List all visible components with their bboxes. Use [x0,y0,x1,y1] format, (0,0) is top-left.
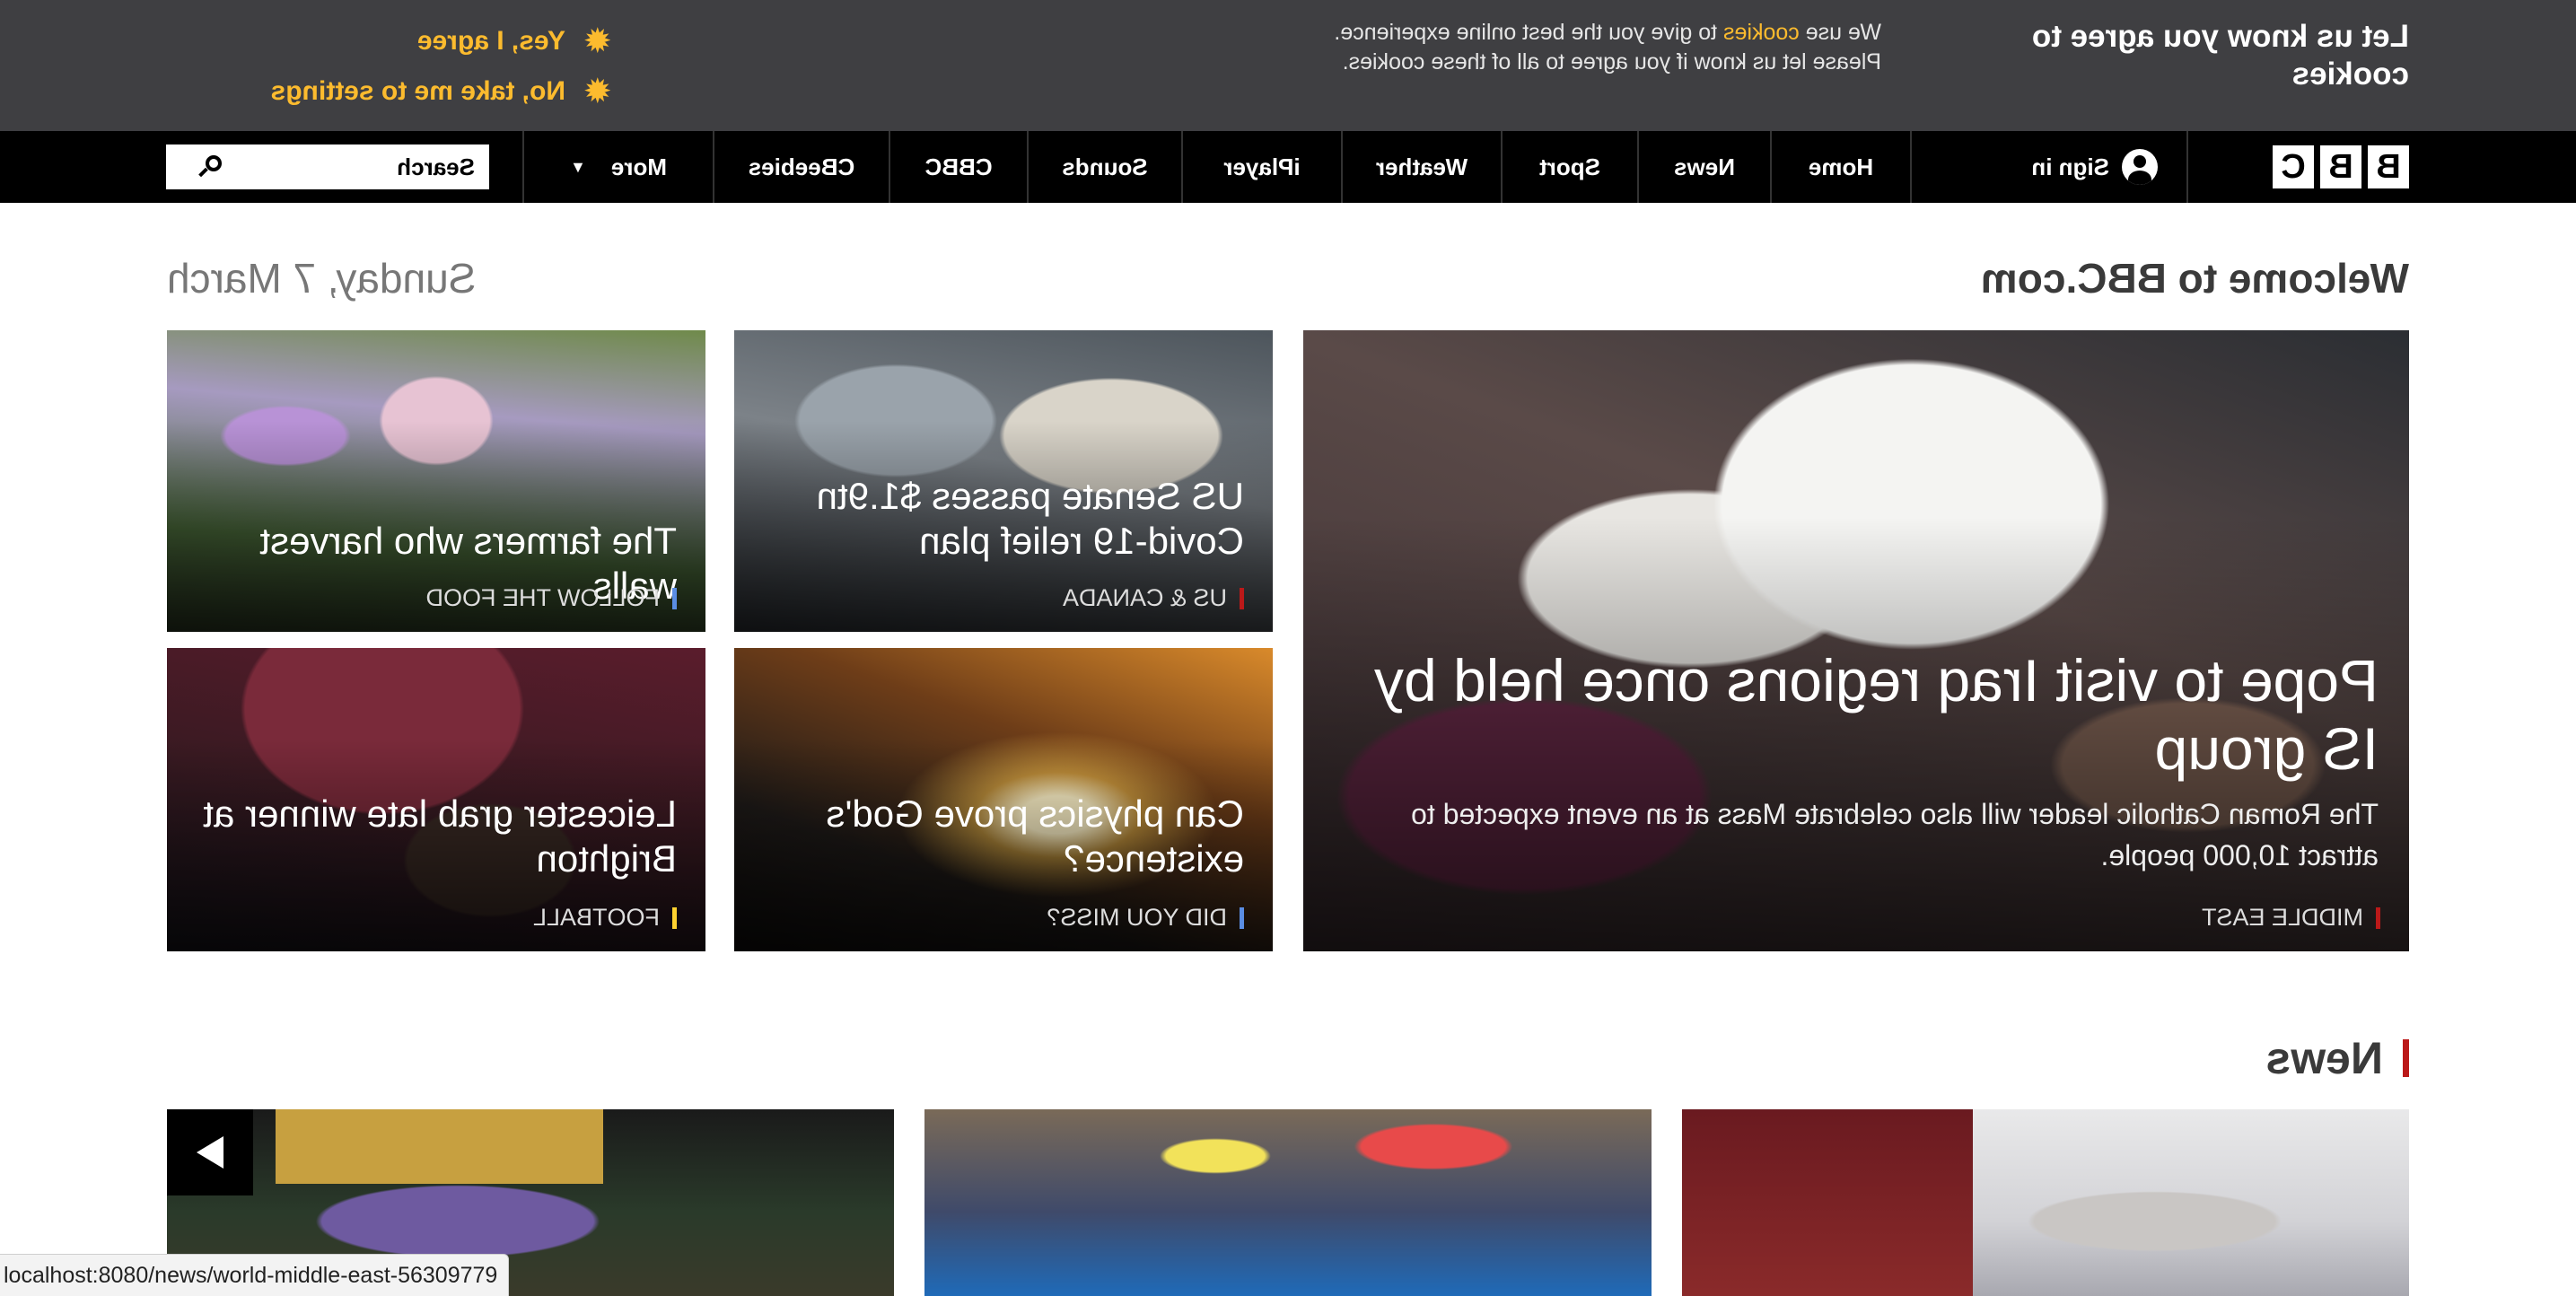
search-box[interactable] [166,144,489,189]
chevron-down-icon: ▼ [570,157,586,176]
bbc-homepage: Let us know you agree to cookies We use … [0,0,2576,1296]
promo-tag[interactable]: FOLLOW THE FOOD [425,584,677,612]
top-navigation: B B C Sign in Home News Sport Weather iP… [0,131,2576,203]
nav-divider [2186,131,2188,203]
cookie-settings-label: No, take me to settings [270,76,565,106]
nav-item-label: CBBC [924,153,993,180]
news-section-heading[interactable]: News [2265,1032,2409,1084]
nav-items: Home News Sport Weather iPlayer Sounds C… [522,131,1912,203]
cookie-banner-title: Let us know you agree to cookies [2031,19,2409,92]
tag-bar [672,587,677,609]
gear-icon: ✹ [584,24,611,58]
promo-headline: US Senate passes $1.9tn Covid-19 relief … [816,475,1244,562]
logo-letter: C [2273,145,2314,188]
nav-item-more[interactable]: More ▼ [522,131,714,203]
user-icon [2122,149,2158,185]
nav-item-label: News [1674,153,1735,180]
promo-main[interactable]: Pope to visit Iraq regions once held by … [1303,330,2409,951]
video-badge [167,1109,253,1195]
nav-item-label: Sport [1539,153,1600,180]
promo-tag[interactable]: DID YOU MISS? [1047,904,1244,932]
sign-in-link[interactable]: Sign in [2031,131,2158,203]
cookie-settings-button[interactable]: ✹ No, take me to settings [251,66,610,117]
tag-bar [672,906,677,929]
tag-bar [2376,906,2380,929]
search-icon[interactable] [198,155,222,179]
promo-tag[interactable]: US & CANADA [1063,584,1244,612]
cookies-link[interactable]: cookies [1723,20,1800,45]
nav-item-label: More [610,153,667,180]
promo-small[interactable]: Can physics prove God's existence? DID Y… [734,648,1273,951]
nav-item-news[interactable]: News [1639,131,1772,203]
logo-letter: B [2320,145,2361,188]
logo-letter: B [2368,145,2409,188]
nav-item-home[interactable]: Home [1772,131,1912,203]
cookie-text-before: We use [1799,20,1881,45]
promo-tag[interactable]: MIDDLE EAST [2202,904,2380,932]
bbc-logo[interactable]: B B C [2273,145,2409,188]
promo-tag-label: FOOTBALL [532,904,660,931]
nav-item-cbbc[interactable]: CBBC [890,131,1029,203]
nav-item-label: iPlayer [1223,153,1301,180]
agree-cookies-label: Yes, I agree [416,26,565,56]
news-card[interactable] [1682,1109,2409,1296]
promo-headline: Leicester grab late winner at Brighton [203,792,677,880]
current-date: Sunday, 7 March [167,255,477,302]
promo-small[interactable]: US Senate passes $1.9tn Covid-19 relief … [734,330,1273,632]
news-card[interactable] [924,1109,1652,1296]
nav-item-iplayer[interactable]: iPlayer [1183,131,1343,203]
gear-icon: ✹ [584,74,611,109]
browser-status-bar: localhost:8080/news/world-middle-east-56… [0,1254,510,1296]
nav-item-cbeebies[interactable]: CBeebies [714,131,890,203]
news-section-title: News [2265,1033,2383,1083]
tag-bar [1240,906,1244,929]
status-url: localhost:8080/news/world-middle-east-56… [4,1262,498,1288]
promo-tag[interactable]: FOOTBALL [533,904,677,932]
promo-tag-label: FOLLOW THE FOOD [425,584,660,611]
nav-item-sounds[interactable]: Sounds [1029,131,1183,203]
promo-small[interactable]: The farmers who harvest walls FOLLOW THE… [167,330,705,632]
agree-cookies-button[interactable]: ✹ Yes, I agree [251,16,610,66]
nav-item-sport[interactable]: Sport [1503,131,1639,203]
section-accent-bar [2403,1039,2409,1077]
nav-item-label: Sounds [1062,153,1148,180]
promo-summary: The Roman Catholic leader will also cele… [1411,798,2379,871]
sign-in-label: Sign in [2031,153,2109,180]
promo-headline: Can physics prove God's existence? [826,792,1244,880]
promo-tag-label: US & CANADA [1062,584,1227,611]
search-input[interactable] [231,152,477,182]
nav-item-weather[interactable]: Weather [1343,131,1503,203]
news-card-image-region [276,1109,603,1185]
tag-bar [1240,587,1244,609]
promo-headline: Pope to visit Iraq regions once held by … [1373,647,2379,782]
nav-item-label: Weather [1375,153,1468,180]
cookie-actions: ✹ Yes, I agree ✹ No, take me to settings [251,16,610,117]
news-card-image-region [1682,1109,1973,1296]
cookie-banner-text: We use cookies to give you the best onli… [1289,18,1881,77]
cookie-banner: Let us know you agree to cookies We use … [0,0,2576,131]
promo-tag-label: MIDDLE EAST [2201,904,2363,931]
promo-small[interactable]: Leicester grab late winner at Brighton F… [167,648,705,951]
page-title: Welcome to BBC.com [1980,255,2409,302]
nav-item-label: Home [1808,153,1874,180]
nav-item-label: CBeebies [748,153,855,180]
play-icon [197,1136,223,1169]
promo-tag-label: DID YOU MISS? [1047,904,1227,931]
